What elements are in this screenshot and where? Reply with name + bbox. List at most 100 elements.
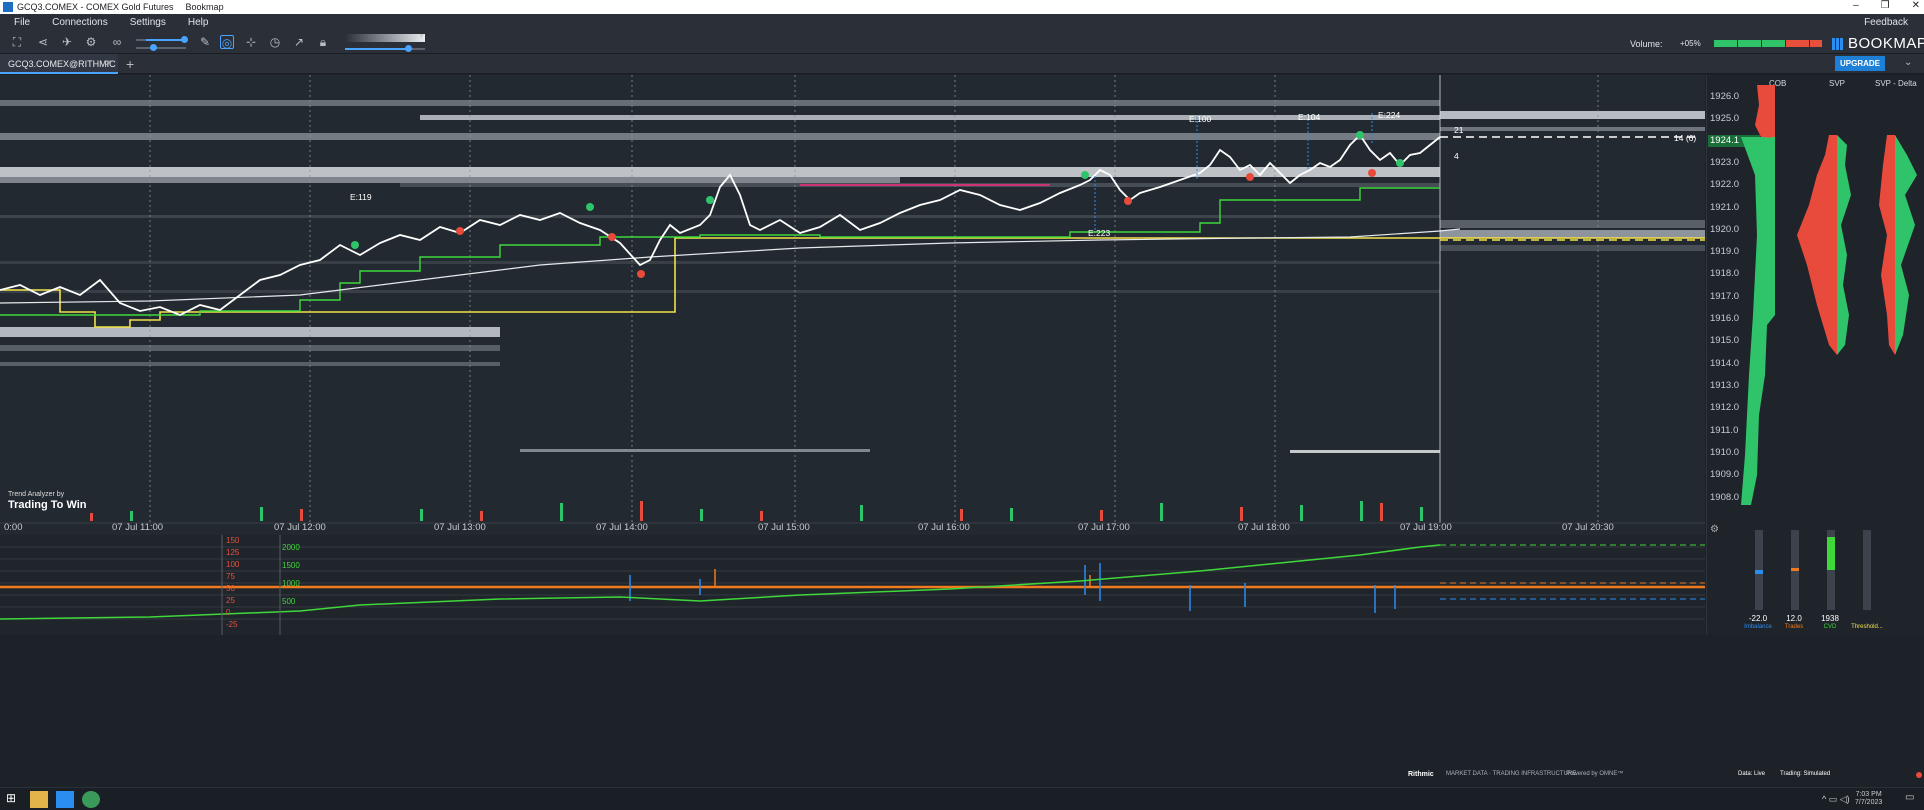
windows-start-icon[interactable]: ⊞	[6, 791, 16, 805]
clock-icon[interactable]: ◷	[268, 35, 282, 49]
tab-label: GCQ3.COMEX@RITHMIC	[8, 59, 116, 69]
cob-ask-values: 43 24 31 73 40	[1760, 80, 1772, 141]
price-label: 1925.0	[1710, 113, 1740, 124]
order-label-e100: E:100	[1189, 114, 1212, 124]
clock-date: 7/7/2023	[1855, 799, 1883, 806]
add-tab-button[interactable]: +	[126, 56, 134, 72]
omne-label: Powered by OMNE™	[1566, 771, 1624, 777]
price-label: 1914.0	[1710, 358, 1740, 369]
position-label: 14 (6)	[1674, 133, 1697, 143]
menu-help[interactable]: Help	[188, 17, 209, 28]
time-axis: 0:00 07 Jul 11:00 07 Jul 12:00 07 Jul 13…	[0, 522, 1705, 534]
axis-tick: 125	[226, 548, 240, 557]
trades-value: 12.0	[1786, 614, 1802, 623]
threshold-label: Threshold...	[1851, 624, 1883, 630]
window-title: GCQ3.COMEX - COMEX Gold Futures	[17, 2, 174, 12]
time-axis-label: 07 Jul 13:00	[434, 522, 486, 533]
cob-value: 73	[1763, 120, 1772, 129]
time-axis-label: 07 Jul 17:00	[1078, 522, 1130, 533]
notification-icon[interactable]: ▭	[1905, 792, 1914, 803]
cob-value: 24	[1763, 98, 1772, 107]
maximize-button[interactable]: ❐	[1881, 0, 1890, 11]
indicator-icon[interactable]: ↗	[292, 35, 306, 49]
heatmap-bias-slider[interactable]	[136, 47, 186, 49]
indicator-subchart[interactable]: 150 125 100 75 50 25 0 -25 2000 1500 100…	[0, 535, 1705, 635]
tab-gcq3-comex[interactable]: GCQ3.COMEX@RITHMIC ✕	[0, 54, 118, 74]
cob-value: 31	[1763, 109, 1772, 118]
rithmic-tag: MARKET DATA · TRADING INFRASTRUCTURE	[1446, 771, 1577, 777]
feedback-link[interactable]: Feedback	[1864, 17, 1908, 28]
price-label: 1910.0	[1710, 447, 1740, 458]
price-label: 1909.0	[1710, 469, 1740, 480]
lock-icon[interactable]: 🔒︎	[316, 35, 330, 49]
main-toolbar: ⛶ ⋖ ✈ ⚙ ∞ ✎ ◎ ⊹ ◷ ↗ 🔒︎ ▼ Volume: +05% BO…	[0, 30, 1924, 54]
trades-label: Trades	[1784, 624, 1804, 630]
magnet-icon[interactable]: ◎	[220, 35, 234, 50]
time-axis-label: 07 Jul 15:00	[758, 522, 810, 533]
color-scheme-dropdown[interactable]	[345, 34, 425, 42]
rocket-icon[interactable]: ✈	[60, 35, 74, 49]
indicator-svg	[0, 535, 1705, 635]
close-button[interactable]: ✕	[1912, 0, 1920, 11]
taskbar-clock[interactable]: 7:03 PM 7/7/2023	[1855, 791, 1882, 807]
quantity-label: 4	[1454, 151, 1459, 161]
cvd-gauges: ⚙ -22.0 12.0 1938 Imbalance Trades CVD T…	[1707, 520, 1924, 635]
cvd-label: CVD	[1823, 624, 1837, 630]
price-label: 1913.0	[1710, 380, 1740, 391]
close-tab-icon[interactable]: ✕	[104, 58, 112, 69]
threshold-gauge	[1863, 530, 1871, 610]
indicator-axis-right: 2000 1500 1000 500	[282, 539, 300, 611]
status-bar: Rithmic MARKET DATA · TRADING INFRASTRUC…	[0, 771, 1924, 780]
volume-bar-segment	[1786, 40, 1809, 47]
order-label-e223: E:223	[1088, 228, 1111, 238]
volume-bar-segment	[1714, 40, 1737, 47]
chevron-down-icon[interactable]: ⌄	[1904, 57, 1912, 68]
time-axis-label: 07 Jul 18:00	[1238, 522, 1290, 533]
axis-tick: 25	[226, 596, 235, 605]
contrast-slider-knob[interactable]	[181, 36, 188, 43]
bias-slider-knob[interactable]	[150, 44, 157, 51]
price-label: 1923.0	[1710, 157, 1740, 168]
menu-file[interactable]: File	[14, 17, 30, 28]
cvd-value: 1938	[1821, 614, 1839, 623]
bookmap-taskbar-icon[interactable]	[56, 791, 74, 808]
price-label: 1921.0	[1710, 202, 1740, 213]
gear-icon[interactable]: ⚙	[1710, 524, 1719, 535]
minimize-button[interactable]: –	[1853, 0, 1859, 11]
menu-settings[interactable]: Settings	[130, 17, 166, 28]
app-taskbar-icon[interactable]	[82, 791, 100, 808]
bookmap-app-icon	[3, 2, 13, 12]
time-axis-label: 07 Jul 14:00	[596, 522, 648, 533]
connection-status-icon	[1916, 772, 1922, 778]
imbalance-label: Imbalance	[1744, 624, 1772, 630]
range-slider-knob[interactable]	[405, 45, 412, 52]
bookmap-logo-icon	[1832, 37, 1844, 50]
cob-value: 40	[1763, 131, 1772, 140]
heatmap-chart[interactable]: E:119 E:100 E:104 E:224 E:223 21 4 14 (6…	[0, 75, 1705, 635]
upgrade-button[interactable]: UPGRADE	[1835, 56, 1885, 71]
file-explorer-icon[interactable]	[30, 791, 48, 808]
axis-tick: 50	[226, 584, 235, 593]
chart-settings-icon[interactable]: ⛶	[10, 35, 24, 49]
menu-connections[interactable]: Connections	[52, 17, 108, 28]
time-axis-label: 07 Jul 20:30	[1562, 522, 1614, 533]
volume-bar-segment	[1738, 40, 1761, 47]
plugin-icon[interactable]: ⚙	[84, 35, 98, 49]
volume-percent: +05%	[1680, 39, 1701, 48]
price-label: 1919.0	[1710, 246, 1740, 257]
window-titlebar: GCQ3.COMEX - COMEX Gold Futures Bookmap …	[0, 0, 1924, 14]
share-icon[interactable]: ⋖	[36, 35, 50, 49]
pencil-icon[interactable]: ✎	[198, 35, 212, 49]
menu-bar: File Connections Settings Help Feedback	[0, 14, 1924, 30]
order-label-e224: E:224	[1378, 110, 1401, 120]
crosshair-icon[interactable]: ⊹	[244, 35, 258, 49]
chevron-down-icon: ▼	[418, 33, 425, 40]
window-app-name: Bookmap	[185, 2, 224, 12]
axis-tick: 1500	[282, 561, 300, 570]
system-tray-icons[interactable]: ^ ▭ ◁)	[1822, 794, 1850, 805]
price-label: 1915.0	[1710, 335, 1740, 346]
link-icon[interactable]: ∞	[110, 35, 124, 49]
axis-tick: 1000	[282, 579, 300, 588]
price-label: 1926.0	[1710, 91, 1740, 102]
rithmic-label: Rithmic	[1408, 771, 1434, 778]
